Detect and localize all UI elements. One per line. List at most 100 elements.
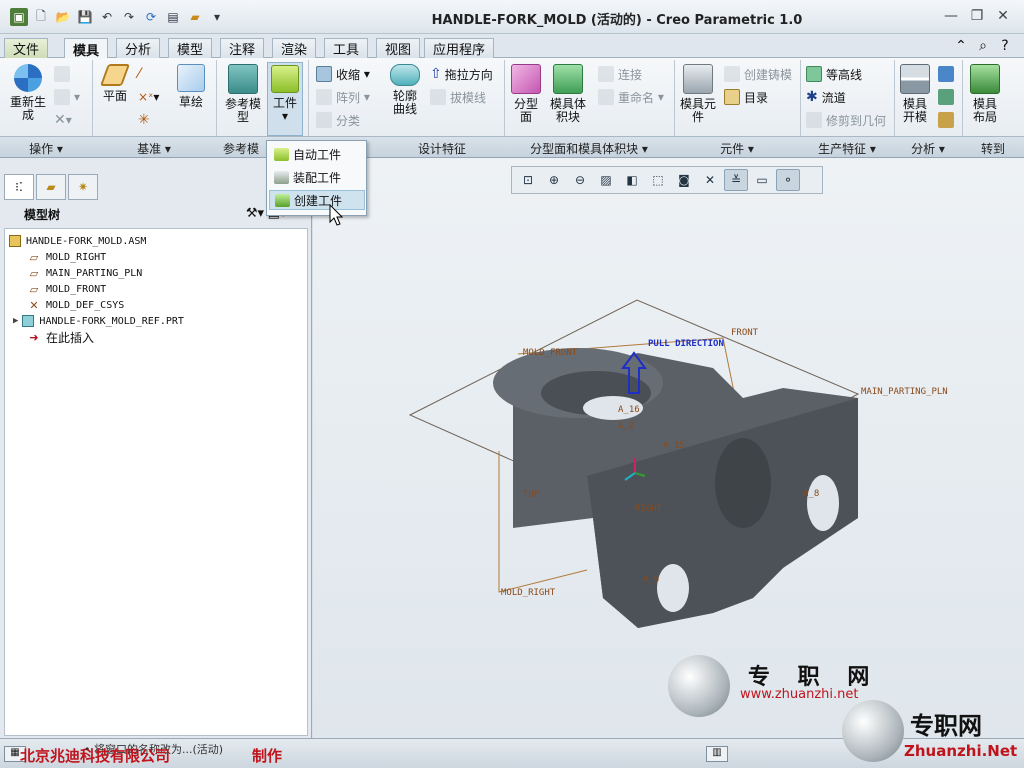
connect-button[interactable]: 连接 [598,64,642,84]
paste-button[interactable]: ▾ [54,87,80,107]
group-parting[interactable]: 分型面和模具体积块 ▾ [504,140,674,157]
mold-open-icon [900,64,930,94]
datum-point-button[interactable]: ×ˣ ▾ [138,87,159,107]
minimize-button[interactable]: — [938,8,964,24]
classify-button[interactable]: 分类 [316,110,360,130]
model-tree-title: 模型树 [24,207,61,222]
draft-line-button[interactable]: 拔模线 [430,87,486,107]
axis-icon: ⁄ [138,66,141,82]
collapse-ribbon-icon[interactable]: ⌃ [950,38,972,54]
parting-surface-button[interactable]: 分型 面 [508,64,544,124]
group-component[interactable]: 元件 ▾ [674,140,800,157]
tab-applications[interactable]: 应用程序 [424,38,495,58]
soccer-ball-icon [842,700,904,762]
group-operations[interactable]: 操作 ▾ [0,140,92,157]
group-datum[interactable]: 基准 ▾ [92,140,216,157]
catalog-button[interactable]: 目录 [724,87,768,107]
shrink-button[interactable]: 收缩 ▾ [316,64,370,84]
draft-analysis-icon [938,66,954,82]
datum-plane-icon [99,64,131,86]
navigator-panel: ⁝⁚ ▰ ✷ 模型树 ⚒▾ ▤▾ HANDLE-FORK_MOLD.ASM ▱ … [0,158,312,738]
mold-volume-button[interactable]: 模具体 积块 [546,64,590,124]
tab-annotate[interactable]: 注释 [220,38,265,58]
silhouette-curve-button[interactable]: 轮廓 曲线 [386,64,424,116]
contour-button[interactable]: 等高线 [806,64,862,84]
expand-icon[interactable]: ▶ [13,316,18,326]
restore-button[interactable]: ❐ [964,8,990,24]
graphics-window[interactable]: ⊡ ⊕ ⊖ ▨ ◧ ⬚ ◙ ✕ ≚ ▭ ⚬ FRONT MOLD_FRONT M… [313,158,1024,738]
tab-tools[interactable]: 工具 [324,38,369,58]
ribbon-group-labels: 操作 ▾ 基准 ▾ 参考模 设计特征 分型面和模具体积块 ▾ 元件 ▾ 生产特征… [0,136,1024,158]
ribbon-tab-bar: 文件 模具 分析 模型 注释 渲染 工具 视图 应用程序 ⌃ ⌕ ? [0,34,1024,59]
favorites-tab[interactable]: ✷ [68,174,98,200]
coordinate-system-button[interactable]: ✳ [138,110,150,130]
group-analysis[interactable]: 分析 ▾ [894,140,962,157]
delete-button[interactable]: ✕ ▾ [54,110,72,130]
thickness-icon [938,89,954,105]
runner-icon: ✱ [806,89,818,105]
menu-item-auto-workpiece[interactable]: 自动工件 [269,144,365,164]
workpiece-button[interactable]: 工件 ▾ [267,62,303,136]
mold-component-button[interactable]: 模具元 件 [678,64,718,124]
copy-button[interactable] [54,64,74,84]
model-tree-tab[interactable]: ⁝⁚ [4,174,34,200]
tree-node-ref-part[interactable]: ▶ HANDLE-FORK_MOLD_REF.PRT [13,313,184,329]
search-icon[interactable]: ⌕ [972,38,994,54]
help-icon[interactable]: ? [994,38,1016,54]
rename-button[interactable]: 重命名 ▾ [598,87,664,107]
copy-icon [54,66,70,82]
analysis-tool-3[interactable] [938,110,958,130]
runner-button[interactable]: ✱ 流道 [806,87,846,107]
group-design-features: 设计特征 [417,142,466,156]
filter-icon[interactable]: ▥ [706,746,728,762]
catalog-icon [724,89,740,105]
tab-view[interactable]: 视图 [376,38,421,58]
tab-file[interactable]: 文件 [4,38,49,58]
tab-model[interactable]: 模型 [168,38,213,58]
model-tree-header: 模型树 ⚒▾ ▤▾ [4,202,308,226]
tab-mold[interactable]: 模具 [64,38,109,59]
side-hole-right [807,475,839,531]
assembly-icon [9,235,21,247]
window-controls: — ❐ ✕ [938,8,1016,24]
datum-plane-button[interactable]: 平面 [98,64,132,103]
tree-node-mold-right[interactable]: ▱ MOLD_RIGHT [27,249,106,265]
tree-node-mold-front[interactable]: ▱ MOLD_FRONT [27,281,106,297]
datum-axis-button[interactable]: ⁄ [138,64,140,84]
label-front: FRONT [731,328,759,338]
label-a9: A_9 [643,575,659,585]
group-goto: 转到 [980,142,1005,156]
auto-workpiece-icon [274,147,289,161]
trim-to-geometry-button[interactable]: 修剪到几何 [806,110,886,130]
pull-direction-button[interactable]: ⇧ 拖拉方向 [430,64,493,84]
group-production[interactable]: 生产特征 ▾ [800,140,894,157]
parting-surface-icon [511,64,541,94]
tree-node-assembly[interactable]: HANDLE-FORK_MOLD.ASM [9,233,146,249]
tree-node-main-parting-pln[interactable]: ▱ MAIN_PARTING_PLN [27,265,143,281]
mold-open-button[interactable]: 模具 开模 [898,64,932,124]
workpiece-dropdown-menu: 自动工件 装配工件 创建工件 [266,140,367,216]
create-casting-button[interactable]: 创建铸模 [724,64,792,84]
tree-settings-icon[interactable]: ⚒▾ [244,206,266,221]
analysis-tool-2[interactable] [938,87,958,107]
array-button[interactable]: 阵列 ▾ [316,87,370,107]
create-workpiece-icon [275,193,290,207]
tree-node-insert-here[interactable]: ➜ 在此插入 [27,329,94,345]
menu-item-assemble-workpiece[interactable]: 装配工件 [269,167,365,187]
mold-layout-button[interactable]: 模具 布局 [966,64,1004,124]
close-button[interactable]: ✕ [990,8,1016,24]
menu-item-create-workpiece[interactable]: 创建工件 [269,190,365,210]
folder-browser-tab[interactable]: ▰ [36,174,66,200]
sketch-button[interactable]: 草绘 [174,64,208,109]
label-a8: A_8 [803,489,819,499]
mold-model-viewport: FRONT MOLD_FRONT MAIN_PARTING_PLN MOLD_R… [408,299,948,628]
tab-analysis[interactable]: 分析 [116,38,161,58]
label-a15: A_15 [663,441,685,451]
reference-model-button[interactable]: 参考模 型 [222,64,264,124]
analysis-tool-1[interactable] [938,64,958,84]
regenerate-button[interactable]: 重新生 成 [8,64,48,122]
datum-plane-icon: ▱ [29,266,39,280]
folder-icon: ▰ [46,180,56,194]
tab-render[interactable]: 渲染 [272,38,317,58]
tree-node-mold-def-csys[interactable]: ✕ MOLD_DEF_CSYS [27,297,124,313]
